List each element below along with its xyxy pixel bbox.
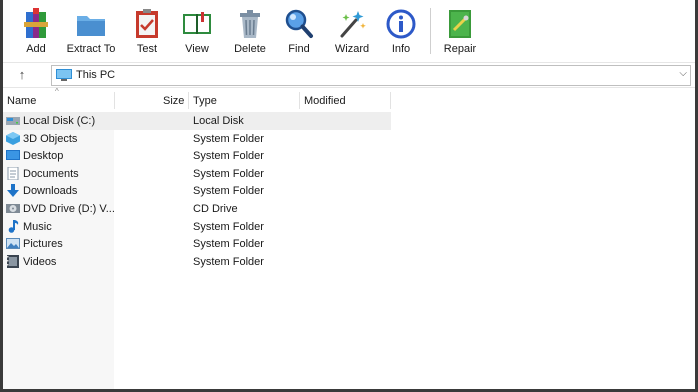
column-size[interactable]: Size: [163, 95, 184, 107]
repair-kit-icon: [449, 10, 471, 38]
info-icon: [386, 9, 416, 39]
add-button[interactable]: Add: [8, 6, 64, 58]
downloads-icon: [7, 184, 19, 198]
column-name[interactable]: Name: [7, 95, 36, 107]
list-item[interactable]: Desktop System Folder: [3, 147, 391, 165]
up-folder-button[interactable]: ↑: [13, 66, 31, 84]
magnifier-icon: [285, 9, 313, 38]
videos-icon: [7, 254, 19, 268]
delete-button[interactable]: Delete: [222, 6, 278, 58]
documents-icon: [7, 166, 19, 180]
local-disk-icon: [6, 117, 20, 125]
chevron-down-icon[interactable]: ⌵: [679, 68, 687, 79]
info-button[interactable]: Info: [373, 6, 429, 58]
pictures-icon: [6, 238, 20, 250]
list-item[interactable]: 3D Objects System Folder: [3, 130, 391, 148]
this-pc-icon: [56, 69, 72, 81]
extract-to-button[interactable]: Extract To: [63, 6, 119, 58]
list-item[interactable]: Pictures System Folder: [3, 235, 391, 253]
sort-indicator-icon: ^: [55, 87, 59, 96]
extract-folder-icon: [77, 16, 105, 36]
toolbar-separator: [430, 8, 431, 54]
file-list[interactable]: ^ Name Size Type Modified Local Disk (C:…: [3, 87, 695, 389]
test-clipboard-icon: [136, 9, 158, 38]
add-archive-icon: [24, 8, 48, 38]
column-header: ^ Name Size Type Modified: [3, 87, 391, 112]
dvd-drive-icon: [6, 203, 20, 213]
desktop-icon: [6, 150, 20, 161]
column-modified[interactable]: Modified: [304, 95, 346, 107]
wand-icon: [340, 11, 366, 38]
address-combobox[interactable]: This PC ⌵: [51, 65, 691, 86]
list-item[interactable]: Music System Folder: [3, 218, 391, 236]
column-type[interactable]: Type: [193, 95, 217, 107]
view-book-icon: [183, 12, 211, 34]
list-item[interactable]: Videos System Folder: [3, 253, 391, 271]
view-button[interactable]: View: [169, 6, 225, 58]
address-path: This PC: [76, 69, 116, 81]
3d-objects-icon: [6, 131, 20, 145]
test-button[interactable]: Test: [119, 6, 175, 58]
toolbar: Add Extract To Test View Delete Find Wiz…: [3, 0, 695, 62]
list-item[interactable]: Local Disk (C:) Local Disk: [3, 112, 391, 130]
trash-icon: [240, 10, 260, 38]
list-item[interactable]: DVD Drive (D:) V... CD Drive: [3, 200, 391, 218]
address-bar: ↑ This PC ⌵: [3, 62, 695, 88]
repair-button[interactable]: Repair: [432, 6, 488, 58]
rows: Local Disk (C:) Local Disk 3D Objects Sy…: [3, 112, 391, 270]
wizard-button[interactable]: Wizard: [324, 6, 380, 58]
music-icon: [8, 219, 19, 233]
list-item[interactable]: Downloads System Folder: [3, 182, 391, 200]
find-button[interactable]: Find: [271, 6, 327, 58]
list-item[interactable]: Documents System Folder: [3, 165, 391, 183]
